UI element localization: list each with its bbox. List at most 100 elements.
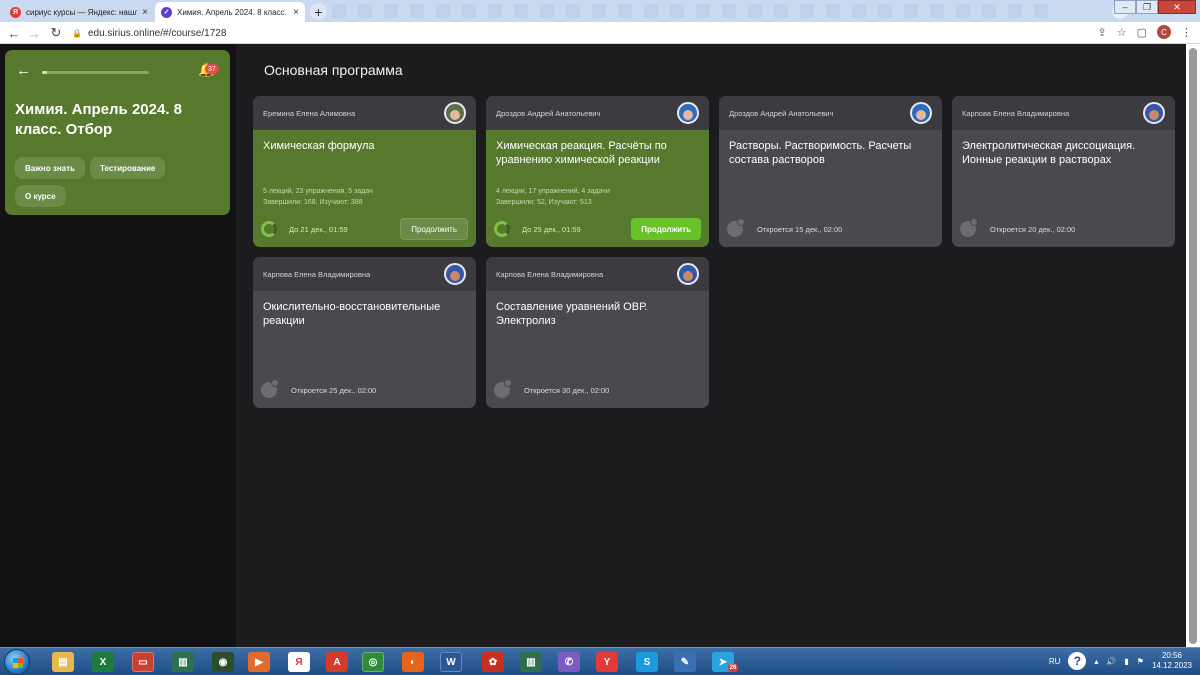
app-icon[interactable]: ◉	[212, 652, 234, 672]
card-author: Карпова Елена Владимировна	[962, 108, 1070, 118]
section-title: Основная программа	[264, 62, 403, 78]
continue-button[interactable]: Продолжить	[400, 218, 468, 240]
film-icon[interactable]: ✿	[482, 652, 504, 672]
yandex-icon[interactable]: Я	[288, 652, 310, 672]
maximize-button[interactable]: ❐	[1136, 0, 1158, 14]
left-panel: ← 🔔 37 Химия. Апрель 2024. 8 класс. Отбо…	[0, 44, 236, 647]
url-text: edu.sirius.online/#/course/1728	[87, 27, 227, 39]
clock[interactable]: 20:56 14.12.2023	[1152, 651, 1192, 671]
close-icon[interactable]: ×	[142, 7, 148, 18]
avatar	[1143, 102, 1165, 124]
tray-expand-icon[interactable]: ▴	[1094, 657, 1098, 666]
module-card[interactable]: Дроздов Андрей Анатольевич Химическая ре…	[486, 96, 709, 247]
system-tray: RU ? ▴ 🔊 ▮ ⚑ 20:56 14.12.2023	[1049, 651, 1192, 671]
address-toolbar: ← → ↻ 🔒 edu.sirius.online/#/course/1728 …	[0, 22, 1200, 44]
excel-icon[interactable]: X	[92, 652, 114, 672]
card-deadline: До 21 дек., 01:59	[289, 224, 348, 234]
card-stats-progress: Завершили: 168, Изучают: 388	[263, 199, 363, 206]
toolbar-icons: ⇪ ☆ ▢ С ⋮	[1098, 25, 1192, 39]
reload-icon[interactable]: ↻	[48, 25, 64, 41]
card-title: Окислительно-восстановительные реакции	[263, 301, 441, 327]
card-stats-content: 4 лекции, 17 упражнений, 4 задачи	[496, 188, 610, 195]
card-deadline: Откроется 20 дек., 02:00	[990, 224, 1076, 234]
card-stats-content: 5 лекций, 23 упражнения, 5 задач	[263, 188, 373, 195]
card-stats: 4 лекции, 17 упражнений, 4 задачи Заверш…	[496, 186, 610, 208]
browser-tab-bar: Я сириус курсы — Яндекс: нашло × ✓ Химия…	[0, 0, 1200, 22]
card-title: Растворы. Растворимость. Расчеты состава…	[729, 140, 912, 166]
module-card[interactable]: Карпова Елена Владимировна Электролитиче…	[952, 96, 1175, 247]
skype-icon[interactable]: S	[636, 652, 658, 672]
page-scrollbar[interactable]	[1186, 44, 1200, 647]
new-tab-button[interactable]: +	[310, 3, 327, 20]
word-icon[interactable]: W	[440, 652, 462, 672]
profile-avatar[interactable]: С	[1157, 25, 1171, 39]
chip-about-course[interactable]: О курсе	[15, 185, 66, 207]
tab-course[interactable]: ✓ Химия. Апрель 2024. 8 класс. О ×	[155, 2, 305, 22]
taskbar: ▤ X ▭ ▥ ◉ ▶ Я A ◎ ◐ W ✿ ▥ ✆ Y S ✎ ➤ 26 R…	[0, 647, 1200, 675]
network-icon[interactable]: ▮	[1124, 657, 1128, 666]
tab-title: сириус курсы — Яндекс: нашло	[26, 7, 138, 17]
card-deadline: Откроется 15 дек., 02:00	[757, 224, 843, 234]
lock-icon	[727, 218, 745, 237]
window-close-button[interactable]: ✕	[1158, 0, 1196, 14]
language-indicator[interactable]: RU	[1049, 657, 1061, 666]
module-card[interactable]: Карпова Елена Владимировна Окислительно-…	[253, 257, 476, 408]
progress-ring-icon	[261, 221, 277, 237]
back-arrow-icon[interactable]: ←	[6, 25, 22, 41]
card-stats: 5 лекций, 23 упражнения, 5 задач Заверши…	[263, 186, 373, 208]
module-card[interactable]: Карпова Елена Владимировна Составление у…	[486, 257, 709, 408]
pdf-icon[interactable]: A	[326, 652, 348, 672]
lock-icon	[960, 218, 978, 237]
course-card: ← 🔔 37 Химия. Апрель 2024. 8 класс. Отбо…	[5, 50, 230, 215]
close-icon[interactable]: ×	[293, 7, 299, 18]
card-author: Карпова Елена Владимировна	[263, 269, 371, 279]
shield-icon: ✓	[161, 6, 172, 18]
start-button[interactable]	[4, 649, 30, 675]
card-author: Дроздов Андрей Анатольевич	[729, 108, 834, 118]
back-arrow-icon[interactable]: ←	[16, 62, 31, 79]
minimize-button[interactable]: –	[1114, 0, 1136, 14]
forward-arrow-icon[interactable]: →	[26, 25, 42, 41]
avatar	[444, 263, 466, 285]
continue-button[interactable]: Продолжить	[631, 218, 701, 240]
sidepanel-icon[interactable]: ▢	[1137, 26, 1147, 39]
chip-testing[interactable]: Тестирование	[90, 157, 166, 179]
firefox-icon[interactable]: ◐	[402, 652, 424, 672]
share-icon[interactable]: ⇪	[1098, 26, 1107, 39]
viber-icon[interactable]: ✆	[558, 652, 580, 672]
avatar	[444, 102, 466, 124]
module-card[interactable]: Еремина Елена Алимовна Химическая формул…	[253, 96, 476, 247]
module-card[interactable]: Дроздов Андрей Анатольевич Растворы. Рас…	[719, 96, 942, 247]
card-deadline: Откроется 25 дек., 02:00	[291, 385, 377, 395]
avatar	[677, 102, 699, 124]
url-field[interactable]: 🔒 edu.sirius.online/#/course/1728	[72, 25, 1092, 41]
card-title: Электролитическая диссоциация. Ионные ре…	[962, 140, 1136, 166]
clock-date: 14.12.2023	[1151, 661, 1192, 670]
yandex-browser-icon[interactable]: Y	[596, 652, 618, 672]
presentation-icon[interactable]: ▭	[132, 652, 154, 672]
card-stats-progress: Завершили: 52, Изучают: 513	[496, 199, 592, 206]
lock-icon	[261, 379, 279, 398]
chip-important[interactable]: Важно знать	[15, 157, 85, 179]
page-content: ← 🔔 37 Химия. Апрель 2024. 8 класс. Отбо…	[0, 44, 1200, 647]
star-icon[interactable]: ☆	[1117, 26, 1127, 39]
avatar	[910, 102, 932, 124]
flag-icon[interactable]: ⚑	[1137, 657, 1144, 666]
card-author: Еремина Елена Алимовна	[263, 108, 356, 118]
progress-ring-icon	[494, 221, 510, 237]
media-icon[interactable]: ▶	[248, 652, 270, 672]
card-title: Химическая реакция. Расчёты по уравнению…	[496, 140, 667, 166]
help-icon[interactable]: ?	[1068, 652, 1087, 670]
course-title: Химия. Апрель 2024. 8 класс. Отбор	[15, 101, 182, 138]
menu-dots-icon[interactable]: ⋮	[1181, 26, 1192, 39]
card-title: Химическая формула	[263, 140, 375, 152]
window-controls: – ❐ ✕	[1114, 0, 1196, 14]
volume-icon[interactable]: 🔊	[1106, 657, 1116, 666]
paint-icon[interactable]: ✎	[674, 652, 696, 672]
chrome-icon[interactable]: ◎	[362, 652, 384, 672]
telegram-badge: 26	[728, 664, 738, 672]
window-icon[interactable]: ▥	[172, 652, 194, 672]
tab-yandex-search[interactable]: Я сириус курсы — Яндекс: нашло ×	[4, 2, 154, 22]
window-icon[interactable]: ▥	[520, 652, 542, 672]
explorer-icon[interactable]: ▤	[52, 652, 74, 672]
